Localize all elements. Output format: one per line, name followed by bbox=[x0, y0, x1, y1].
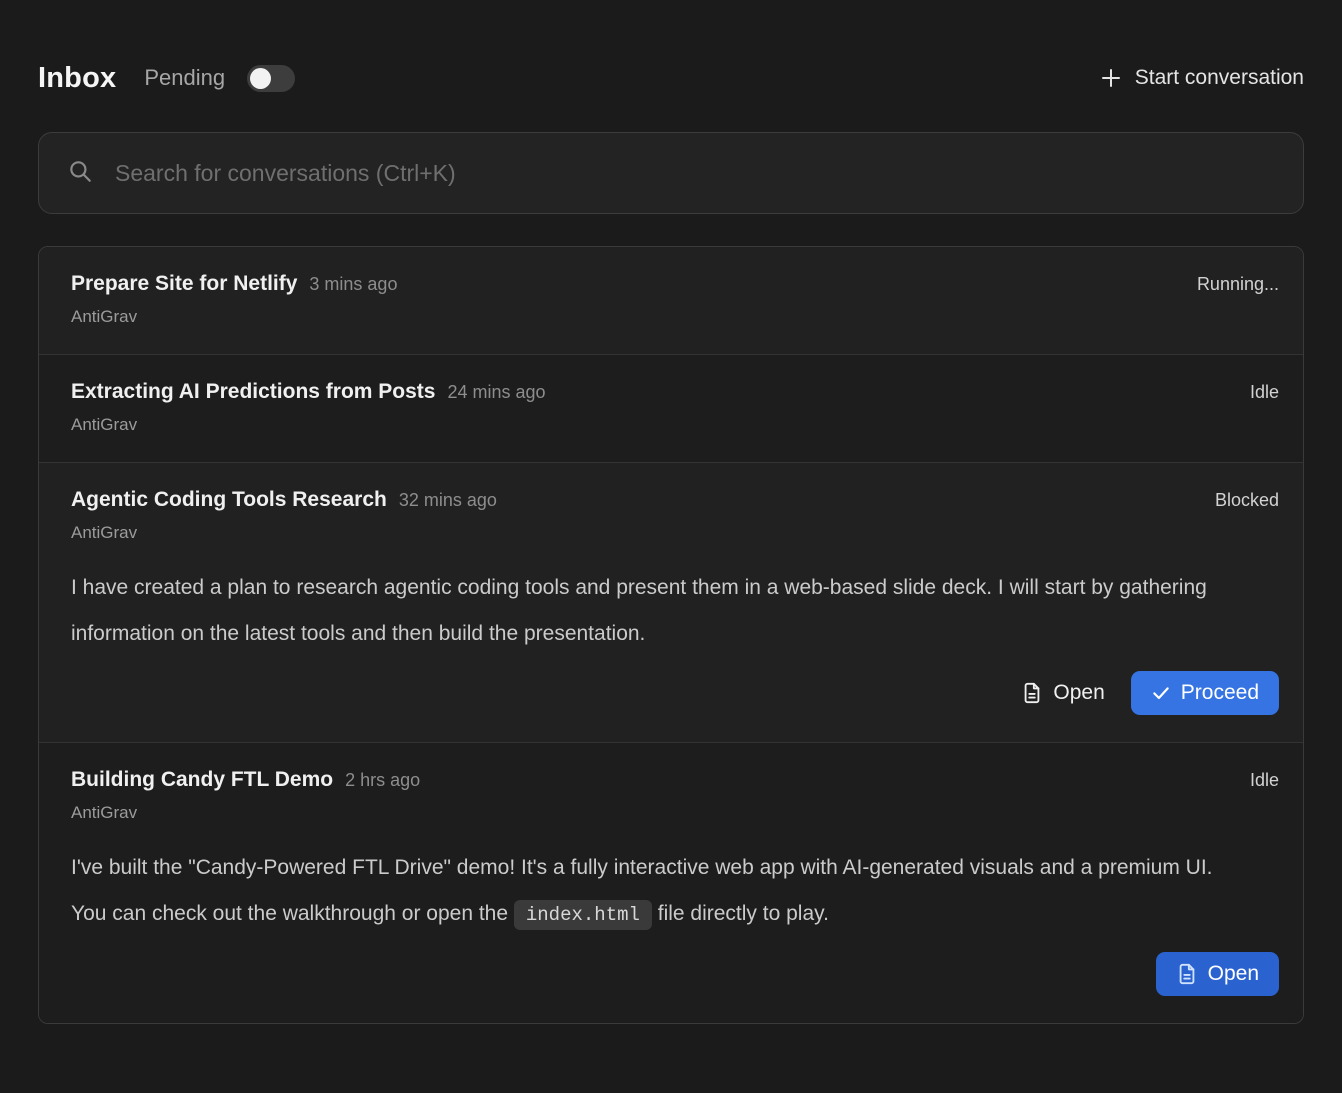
agent-name: AntiGrav bbox=[71, 307, 1279, 327]
conversation-timestamp: 24 mins ago bbox=[447, 382, 545, 403]
conversation-title: Agentic Coding Tools Research bbox=[71, 488, 387, 512]
row-header: Extracting AI Predictions from Posts 24 … bbox=[71, 380, 1279, 404]
conversation-summary: I've built the "Candy-Powered FTL Drive"… bbox=[71, 845, 1239, 938]
start-conversation-button[interactable]: Start conversation bbox=[1099, 66, 1304, 90]
proceed-button[interactable]: Proceed bbox=[1131, 671, 1279, 715]
conversation-summary: I have created a plan to research agenti… bbox=[71, 565, 1239, 657]
row-header: Prepare Site for Netlify 3 mins ago Runn… bbox=[71, 272, 1279, 296]
top-bar: Inbox Pending Start conversation bbox=[38, 52, 1304, 104]
status-badge: Idle bbox=[1250, 770, 1279, 791]
inbox-page: Inbox Pending Start conversation bbox=[0, 0, 1342, 1024]
conversation-row-extracting-predictions[interactable]: Extracting AI Predictions from Posts 24 … bbox=[39, 354, 1303, 462]
pending-filter-label: Pending bbox=[144, 65, 225, 91]
row-actions: Open bbox=[71, 952, 1279, 996]
conversation-title: Building Candy FTL Demo bbox=[71, 768, 333, 792]
page-title: Inbox bbox=[38, 62, 116, 95]
top-bar-left: Inbox Pending bbox=[38, 62, 295, 95]
search-bar bbox=[38, 132, 1304, 214]
open-button[interactable]: Open bbox=[1017, 672, 1108, 714]
status-badge: Blocked bbox=[1215, 490, 1279, 511]
row-header: Building Candy FTL Demo 2 hrs ago Idle bbox=[71, 768, 1279, 792]
pending-toggle[interactable] bbox=[247, 65, 295, 92]
check-icon bbox=[1151, 683, 1171, 703]
row-title-group: Building Candy FTL Demo 2 hrs ago bbox=[71, 768, 420, 792]
status-badge: Running... bbox=[1197, 274, 1279, 295]
plus-icon bbox=[1099, 66, 1123, 90]
conversation-list: Prepare Site for Netlify 3 mins ago Runn… bbox=[38, 246, 1304, 1024]
conversation-timestamp: 2 hrs ago bbox=[345, 770, 420, 791]
row-title-group: Agentic Coding Tools Research 32 mins ag… bbox=[71, 488, 497, 512]
row-title-group: Prepare Site for Netlify 3 mins ago bbox=[71, 272, 397, 296]
conversation-timestamp: 32 mins ago bbox=[399, 490, 497, 511]
document-icon bbox=[1176, 963, 1198, 985]
row-title-group: Extracting AI Predictions from Posts 24 … bbox=[71, 380, 546, 404]
document-icon bbox=[1021, 682, 1043, 704]
open-button[interactable]: Open bbox=[1156, 952, 1279, 996]
conversation-row-prepare-site[interactable]: Prepare Site for Netlify 3 mins ago Runn… bbox=[39, 247, 1303, 354]
open-button-label: Open bbox=[1053, 681, 1104, 705]
row-header: Agentic Coding Tools Research 32 mins ag… bbox=[71, 488, 1279, 512]
proceed-button-label: Proceed bbox=[1181, 681, 1259, 705]
row-actions: Open Proceed bbox=[71, 671, 1279, 715]
search-input[interactable] bbox=[115, 160, 1275, 187]
conversation-title: Extracting AI Predictions from Posts bbox=[71, 380, 435, 404]
status-badge: Idle bbox=[1250, 382, 1279, 403]
search-icon bbox=[67, 158, 93, 189]
toggle-knob bbox=[250, 68, 271, 89]
inline-code-filename: index.html bbox=[514, 900, 652, 930]
conversation-row-candy-ftl[interactable]: Building Candy FTL Demo 2 hrs ago Idle A… bbox=[39, 742, 1303, 1023]
agent-name: AntiGrav bbox=[71, 803, 1279, 823]
agent-name: AntiGrav bbox=[71, 415, 1279, 435]
open-button-label: Open bbox=[1208, 962, 1259, 986]
summary-text-post: file directly to play. bbox=[652, 902, 829, 925]
conversation-title: Prepare Site for Netlify bbox=[71, 272, 297, 296]
agent-name: AntiGrav bbox=[71, 523, 1279, 543]
start-conversation-label: Start conversation bbox=[1135, 66, 1304, 90]
conversation-timestamp: 3 mins ago bbox=[309, 274, 397, 295]
conversation-row-agentic-coding[interactable]: Agentic Coding Tools Research 32 mins ag… bbox=[39, 462, 1303, 742]
